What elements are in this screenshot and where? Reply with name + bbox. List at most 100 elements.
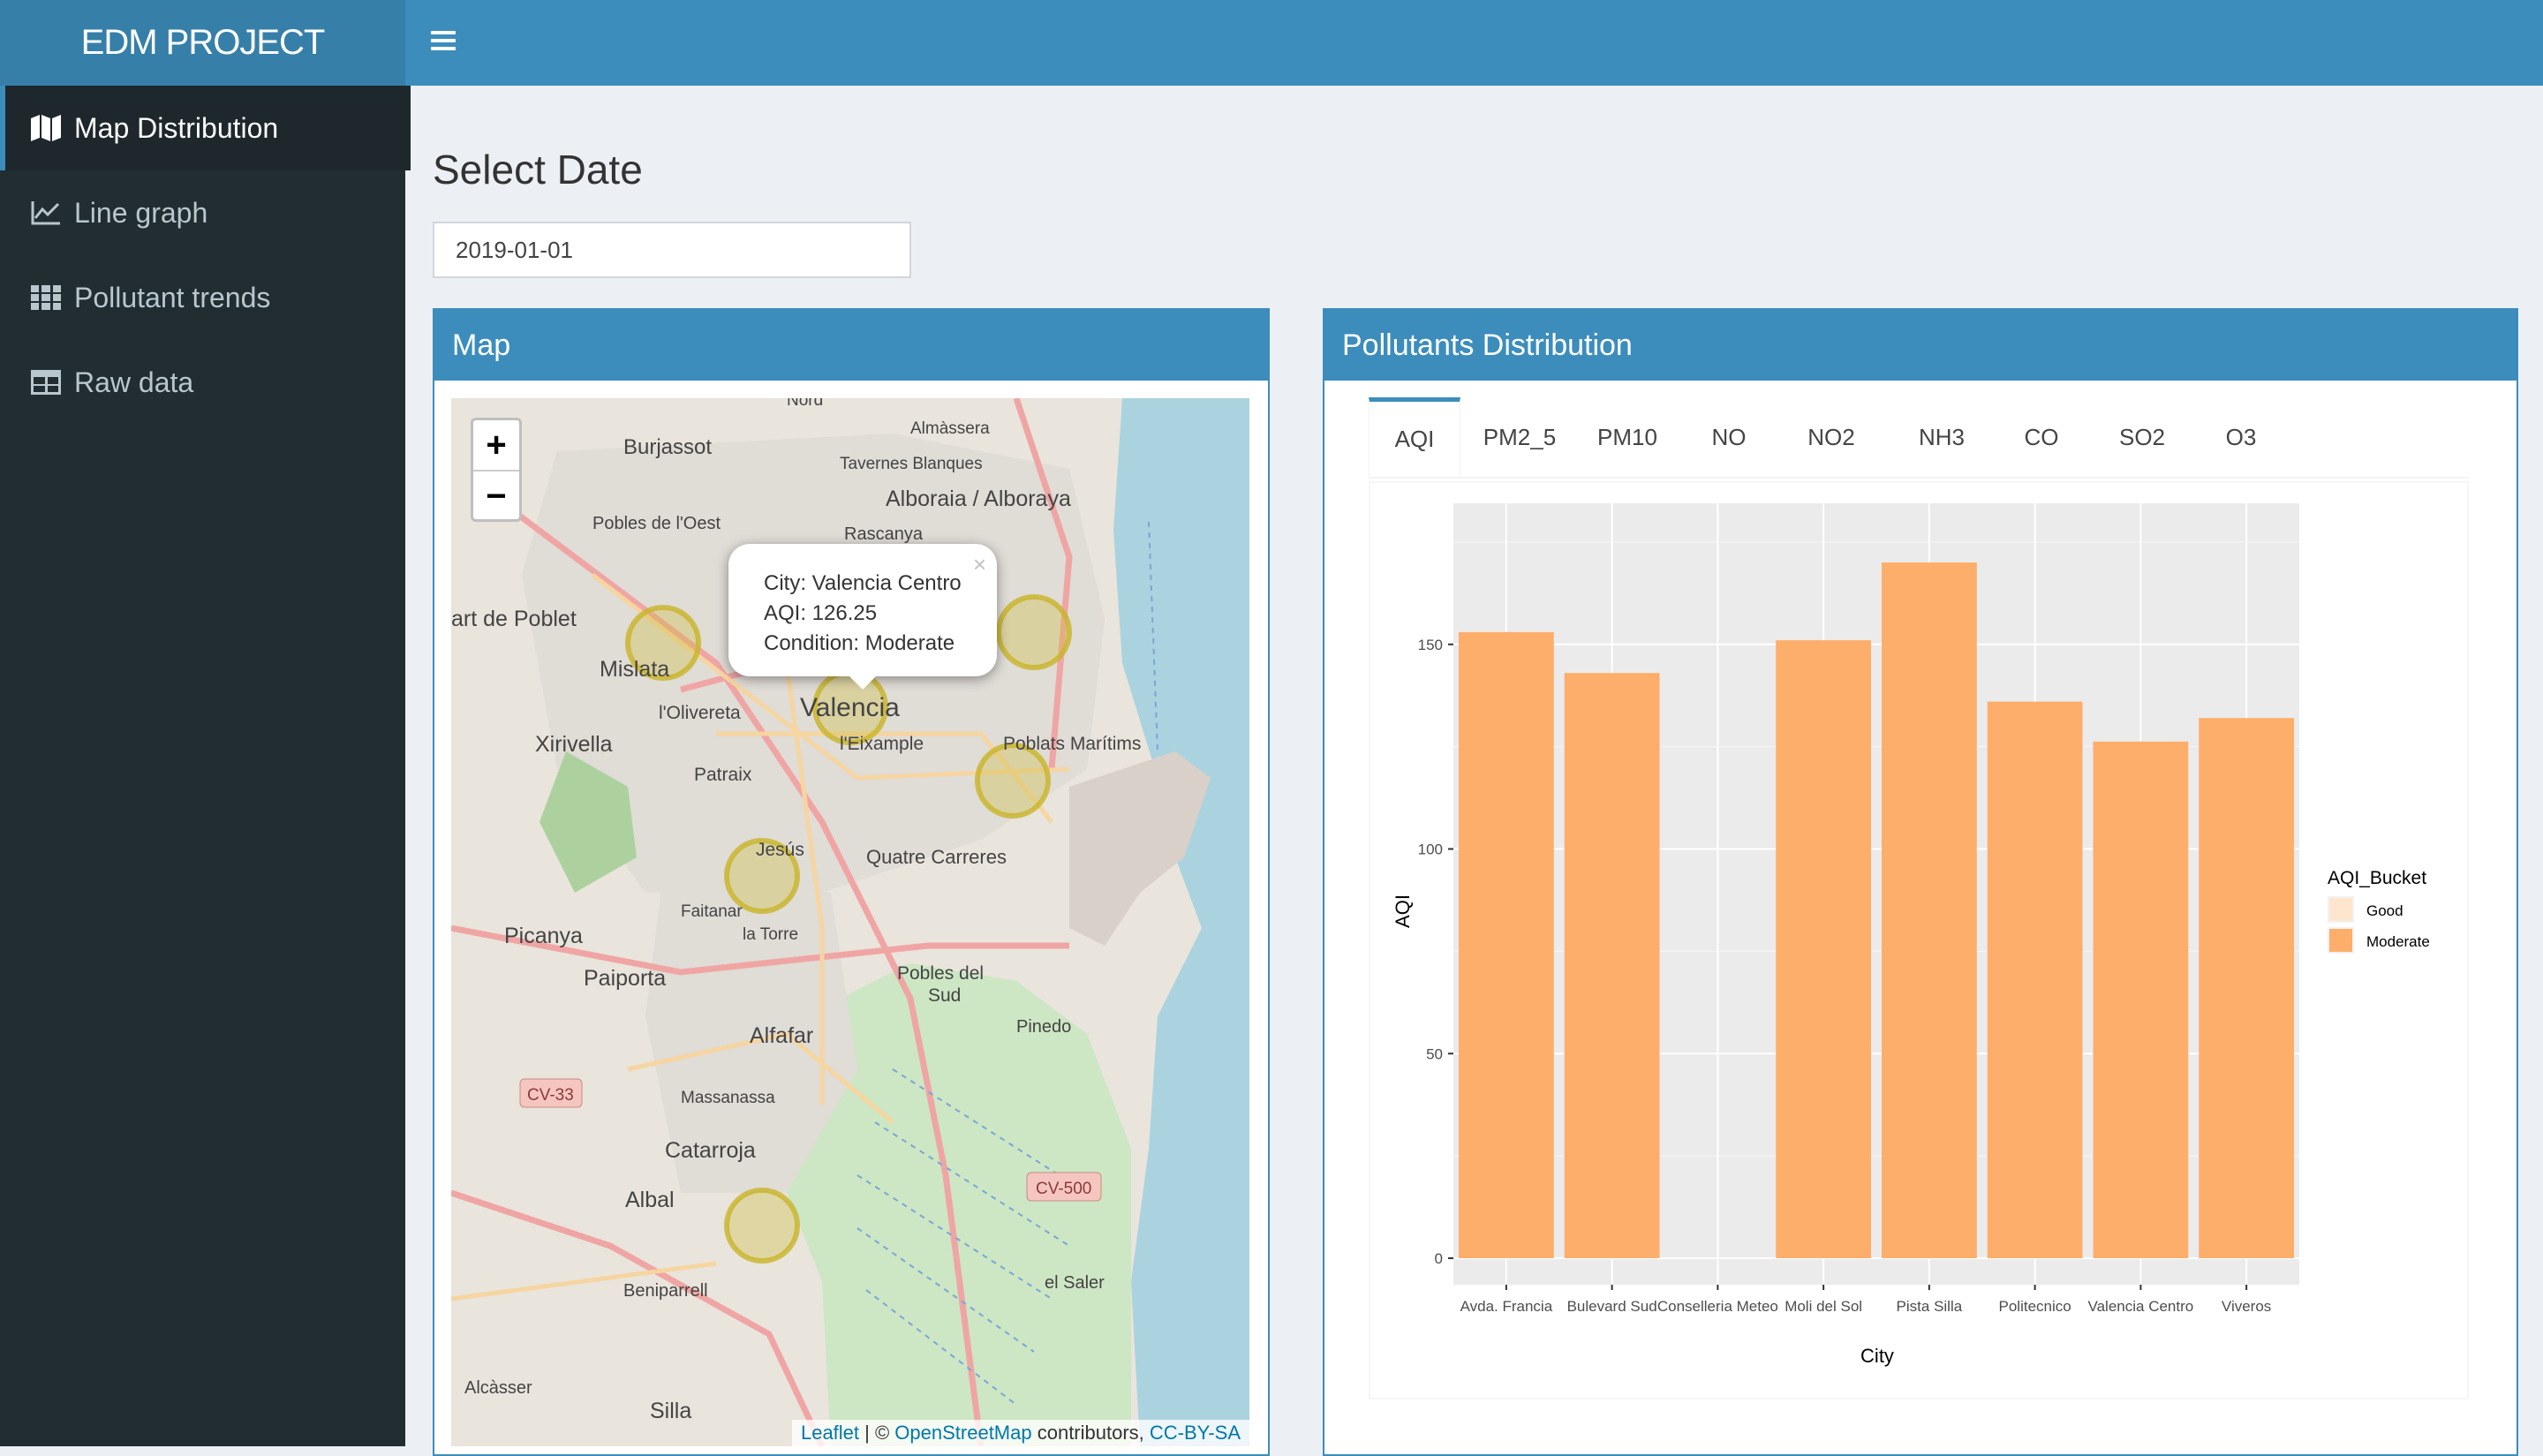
- svg-text:Almàssera: Almàssera: [910, 419, 990, 438]
- aqi-bar-chart: 0 50 100 150 Avda. Francia Bulevard Sud Conse…: [1369, 481, 2469, 1399]
- x-tick-label: Valencia Centro: [2088, 1298, 2194, 1315]
- sidebar-item-raw-data[interactable]: Raw data: [0, 340, 405, 425]
- sidebar-item-label: Line graph: [74, 196, 208, 229]
- popup-tip: [847, 674, 879, 690]
- bar-politecnico: [1987, 701, 2083, 1258]
- tab-co[interactable]: CO: [2006, 397, 2077, 477]
- svg-text:Silla: Silla: [650, 1399, 691, 1423]
- y-tick-label: 100: [1418, 841, 1443, 858]
- tab-pm10[interactable]: PM10: [1581, 397, 1674, 477]
- svg-text:CV-500: CV-500: [1036, 1180, 1091, 1198]
- zoom-in-button[interactable]: +: [473, 420, 519, 472]
- sidebar-item-label: Pollutant trends: [74, 281, 271, 313]
- x-tick-label: Moli del Sol: [1785, 1298, 1862, 1315]
- svg-text:Rascanya: Rascanya: [844, 524, 924, 544]
- legend-swatch-good: [2329, 898, 2352, 921]
- legend-label-good: Good: [2366, 902, 2403, 919]
- svg-text:Burjassot: Burjassot: [623, 435, 712, 459]
- pollutant-tabs: AQI PM2_5 PM10 NO NO2 NH3 CO SO2 O3: [1369, 397, 2469, 479]
- svg-text:Valencia: Valencia: [800, 693, 900, 722]
- license-link[interactable]: CC-BY-SA: [1150, 1422, 1241, 1444]
- svg-text:la Torre: la Torre: [743, 925, 798, 944]
- svg-text:Alcàsser: Alcàsser: [464, 1378, 532, 1398]
- svg-text:Tavernes Blanques: Tavernes Blanques: [840, 455, 983, 473]
- legend-label-moderate: Moderate: [2366, 933, 2430, 950]
- popup-city: City: Valencia Centro: [764, 571, 962, 595]
- popup-close-icon[interactable]: ×: [973, 549, 986, 579]
- svg-text:l'Olivereta: l'Olivereta: [659, 703, 741, 723]
- tab-no[interactable]: NO: [1695, 397, 1762, 477]
- svg-text:Jesús: Jesús: [756, 840, 804, 860]
- svg-text:Paiporta: Paiporta: [584, 966, 666, 991]
- x-tick-label: Conselleria Meteo: [1657, 1298, 1778, 1315]
- sidebar-item-map-distribution[interactable]: Map Distribution: [0, 86, 411, 170]
- svg-text:Albal: Albal: [625, 1188, 675, 1212]
- sidebar-item-pollutant-trends[interactable]: Pollutant trends: [0, 255, 405, 340]
- table-icon: [30, 368, 62, 396]
- svg-text:Patraix: Patraix: [694, 765, 752, 785]
- x-tick-label: Politecnico: [1999, 1298, 2071, 1315]
- sidebar-item-line-graph[interactable]: Line graph: [0, 170, 405, 255]
- tab-o3[interactable]: O3: [2204, 397, 2278, 477]
- x-tick-label: Avda. Francia: [1460, 1298, 1553, 1315]
- svg-text:Catarroja: Catarroja: [665, 1138, 756, 1163]
- x-axis-title: City: [1860, 1345, 1894, 1367]
- leaflet-map[interactable]: Burjassot Almàssera Tavernes Blanques Al…: [451, 398, 1249, 1446]
- bar-viveros: [2199, 718, 2295, 1258]
- x-tick-label: Pista Silla: [1897, 1298, 1963, 1315]
- svg-text:l'Eixample: l'Eixample: [840, 734, 924, 754]
- sidebar-toggle-icon[interactable]: [431, 26, 456, 57]
- map-icon: [30, 114, 62, 142]
- svg-text:Xirivella: Xirivella: [535, 732, 613, 757]
- svg-text:Pobles del: Pobles del: [897, 963, 984, 984]
- page-title: Select Date: [433, 147, 643, 192]
- svg-text:Alboraia / Alboraya: Alboraia / Alboraya: [886, 487, 1071, 511]
- tab-so2[interactable]: SO2: [2102, 397, 2183, 477]
- y-tick-label: 150: [1418, 637, 1443, 653]
- tab-pm2_5[interactable]: PM2_5: [1471, 397, 1568, 477]
- svg-text:Quatre Carreres: Quatre Carreres: [866, 846, 1007, 868]
- app-logo[interactable]: EDM PROJECT: [0, 0, 405, 86]
- top-navbar: EDM PROJECT: [0, 0, 2543, 86]
- y-tick-label: 50: [1426, 1045, 1443, 1062]
- bar-bulevard-sud: [1564, 673, 1660, 1258]
- svg-text:Beniparrell: Beniparrell: [623, 1281, 708, 1301]
- y-tick-label: 0: [1435, 1250, 1443, 1267]
- th-grid-icon: [30, 283, 62, 312]
- popup-aqi: AQI: 126.25: [764, 601, 878, 625]
- tab-aqi[interactable]: AQI: [1369, 397, 1460, 477]
- bar-valencia-centro: [2093, 741, 2189, 1258]
- svg-text:CV-33: CV-33: [527, 1086, 574, 1105]
- svg-text:Massanassa: Massanassa: [681, 1089, 775, 1107]
- zoom-out-button[interactable]: −: [473, 472, 519, 521]
- line-chart-icon: [30, 199, 62, 227]
- svg-text:art de Poblet: art de Poblet: [451, 607, 577, 631]
- map-attribution: Leaflet | © OpenStreetMap contributors, …: [791, 1420, 1249, 1446]
- y-axis-title: AQI: [1392, 894, 1414, 928]
- bar-pista-silla: [1881, 562, 1977, 1258]
- date-input[interactable]: [433, 222, 911, 278]
- zoom-control: + −: [471, 418, 522, 522]
- svg-text:Pinedo: Pinedo: [1016, 1017, 1071, 1037]
- legend-title: AQI_Bucket: [2328, 868, 2426, 888]
- svg-text:Nord: Nord: [787, 398, 823, 410]
- x-tick-label: Viveros: [2222, 1298, 2271, 1315]
- bar-moli-del-sol: [1776, 640, 1872, 1258]
- svg-text:el Saler: el Saler: [1045, 1273, 1105, 1293]
- tab-no2[interactable]: NO2: [1791, 397, 1872, 477]
- osm-link[interactable]: OpenStreetMap: [894, 1422, 1031, 1444]
- svg-text:Pobles de l'Oest: Pobles de l'Oest: [592, 514, 721, 533]
- sidebar: Map Distribution Line graph Pollutant tr…: [0, 86, 411, 1446]
- svg-text:Picanya: Picanya: [504, 924, 583, 948]
- sidebar-item-label: Raw data: [74, 366, 194, 398]
- svg-text:Faitanar: Faitanar: [681, 902, 743, 921]
- tab-nh3[interactable]: NH3: [1900, 397, 1983, 477]
- svg-text:Sud: Sud: [928, 985, 961, 1006]
- svg-text:Poblats Marítims: Poblats Marítims: [1003, 734, 1141, 754]
- map-box-title: Map: [434, 310, 1268, 381]
- leaflet-link[interactable]: Leaflet: [801, 1422, 859, 1444]
- sidebar-item-label: Map Distribution: [74, 111, 279, 144]
- popup-condition: Condition: Moderate: [764, 631, 955, 655]
- legend-swatch-moderate: [2329, 929, 2352, 952]
- svg-text:Mislata: Mislata: [600, 657, 669, 682]
